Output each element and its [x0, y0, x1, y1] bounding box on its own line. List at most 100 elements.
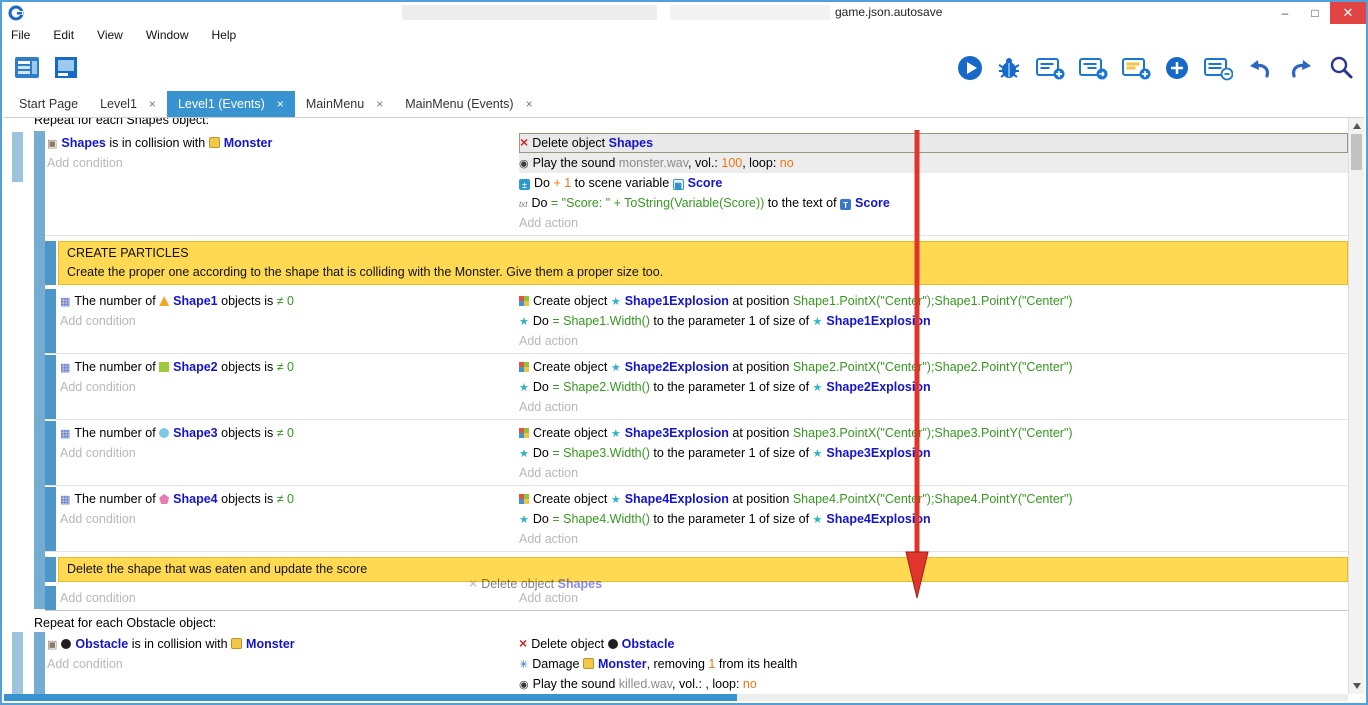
tab-start-page[interactable]: Start Page: [8, 91, 89, 117]
action-line[interactable]: ✳Damage Monster, removing 1 from its hea…: [519, 654, 1348, 674]
add-condition-link[interactable]: Add condition: [60, 443, 513, 463]
event-grip[interactable]: [45, 355, 56, 419]
condition-line[interactable]: ▦The number of Shape1 objects is ≠ 0: [60, 291, 513, 311]
event-grip[interactable]: [45, 421, 56, 485]
outer-tick[interactable]: [12, 132, 23, 182]
action-line[interactable]: ★Do = Shape3.Width() to the parameter 1 …: [519, 443, 1348, 463]
add-action-link[interactable]: Add action: [519, 529, 1348, 549]
scene-variable-icon: ▦: [673, 179, 684, 190]
tab-close-icon[interactable]: ×: [277, 97, 284, 111]
outer-grip[interactable]: [12, 632, 23, 694]
tab-close-icon[interactable]: ×: [376, 97, 383, 111]
menu-window[interactable]: Window: [146, 28, 189, 42]
debug-icon[interactable]: [996, 55, 1022, 81]
horizontal-scroll-thumb[interactable]: [4, 694, 737, 701]
inner-grip[interactable]: [34, 632, 45, 694]
menu-file[interactable]: File: [11, 28, 30, 42]
projects-manager-icon[interactable]: [14, 55, 42, 81]
add-action-link[interactable]: Add action: [519, 331, 1348, 351]
event-grip[interactable]: [45, 241, 56, 285]
vertical-scroll-thumb[interactable]: [1351, 134, 1362, 170]
add-action-link[interactable]: Add action: [519, 463, 1348, 483]
add-subevent-icon[interactable]: [1078, 55, 1108, 81]
action-line[interactable]: txtDo = "Score: " + ToString(Variable(Sc…: [519, 193, 1348, 213]
play-icon[interactable]: [957, 55, 983, 81]
tab-level1[interactable]: Level1×: [89, 91, 167, 117]
event-text: at position: [729, 426, 793, 440]
add-action-link[interactable]: Add action: [519, 588, 1348, 608]
condition-line[interactable]: ▣Shapes is in collision with Monster: [47, 133, 513, 153]
condition-line[interactable]: ▦The number of Shape4 objects is ≠ 0: [60, 489, 513, 509]
action-line[interactable]: ×Delete object Shapes: [519, 133, 1348, 153]
menu-edit[interactable]: Edit: [53, 28, 74, 42]
tab-mainmenu[interactable]: MainMenu×: [295, 91, 394, 117]
tab-mainmenu-events[interactable]: MainMenu (Events)×: [394, 91, 543, 117]
toggle-event-icon[interactable]: [1203, 55, 1233, 81]
tab-close-icon[interactable]: ×: [526, 97, 533, 111]
action-line[interactable]: ★Do = Shape4.Width() to the parameter 1 …: [519, 509, 1348, 529]
condition-line[interactable]: ▦The number of Shape2 objects is ≠ 0: [60, 357, 513, 377]
add-action-link[interactable]: Add action: [519, 213, 1348, 233]
add-condition-link[interactable]: Add condition: [47, 654, 513, 674]
tab-close-icon[interactable]: ×: [149, 97, 156, 111]
undo-icon[interactable]: [1246, 55, 1274, 81]
action-line[interactable]: Create object ★Shape4Explosion at positi…: [519, 489, 1348, 509]
close-button[interactable]: ✕: [1330, 2, 1366, 24]
add-condition-link[interactable]: Add condition: [60, 377, 513, 397]
event-repeat-header[interactable]: Repeat for each Obstacle object:: [4, 612, 1348, 632]
event-row[interactable]: ▣Obstacle is in collision with MonsterAd…: [45, 632, 1348, 694]
condition-line[interactable]: ▣Obstacle is in collision with Monster: [47, 634, 513, 654]
add-condition-link[interactable]: Add condition: [60, 311, 513, 331]
event-row[interactable]: ▦The number of Shape1 objects is ≠ 0Add …: [45, 289, 1348, 354]
minimize-button[interactable]: –: [1270, 2, 1300, 24]
event-text: Monster: [224, 136, 273, 150]
action-line[interactable]: Create object ★Shape1Explosion at positi…: [519, 291, 1348, 311]
add-action-link[interactable]: Add action: [519, 397, 1348, 417]
event-row[interactable]: ▣Shapes is in collision with MonsterAdd …: [45, 131, 1348, 236]
comment-block[interactable]: Delete the shape that was eaten and upda…: [58, 557, 1348, 582]
add-condition-link[interactable]: Add condition: [60, 509, 513, 529]
menu-help[interactable]: Help: [212, 28, 237, 42]
event-grip[interactable]: [45, 487, 56, 551]
event-text: Shape1Explosion: [625, 294, 729, 308]
menu-view[interactable]: View: [97, 28, 123, 42]
event-grip[interactable]: [45, 586, 56, 610]
action-line[interactable]: ★Do = Shape2.Width() to the parameter 1 …: [519, 377, 1348, 397]
action-line[interactable]: ×Delete object Obstacle: [519, 634, 1348, 654]
action-line[interactable]: ◉Play the sound killed.wav, vol.: , loop…: [519, 674, 1348, 694]
redo-icon[interactable]: [1287, 55, 1315, 81]
event-row[interactable]: Add condition Add action: [45, 586, 1348, 611]
add-event-icon[interactable]: [1035, 55, 1065, 81]
explosion-icon: ★: [611, 428, 621, 440]
event-grip[interactable]: [45, 289, 56, 353]
action-line[interactable]: ±Do + 1 to scene variable ▦Score: [519, 173, 1348, 193]
add-condition-link[interactable]: Add condition: [47, 153, 513, 173]
event-grip[interactable]: [45, 557, 56, 582]
comment-block[interactable]: CREATE PARTICLESCreate the proper one ac…: [58, 241, 1348, 285]
event-text: Shape3Explosion: [625, 426, 729, 440]
action-line[interactable]: ◉Play the sound monster.wav, vol.: 100, …: [519, 153, 1348, 173]
add-condition-link[interactable]: Add condition: [60, 588, 513, 608]
scene-editor-icon[interactable]: [54, 55, 80, 81]
tab-level1-events[interactable]: Level1 (Events)×: [167, 91, 295, 117]
event-row[interactable]: ▦The number of Shape3 objects is ≠ 0Add …: [45, 421, 1348, 486]
event-row[interactable]: ▦The number of Shape4 objects is ≠ 0Add …: [45, 487, 1348, 552]
condition-line[interactable]: ▦The number of Shape3 objects is ≠ 0: [60, 423, 513, 443]
action-line[interactable]: Create object ★Shape2Explosion at positi…: [519, 357, 1348, 377]
add-comment-icon[interactable]: [1121, 55, 1151, 81]
main-grip[interactable]: [34, 131, 45, 609]
scroll-up-icon[interactable]: [1353, 123, 1361, 129]
conditions-cell: Add condition: [58, 586, 517, 610]
action-line[interactable]: Create object ★Shape3Explosion at positi…: [519, 423, 1348, 443]
event-row[interactable]: ▦The number of Shape2 objects is ≠ 0Add …: [45, 355, 1348, 420]
action-line[interactable]: ★Do = Shape1.Width() to the parameter 1 …: [519, 311, 1348, 331]
event-text: = Shape1.Width(): [552, 314, 650, 328]
maximize-button[interactable]: □: [1300, 2, 1330, 24]
event-text: = "Score: " + ToString(Variable(Score)): [551, 196, 764, 210]
vertical-scrollbar[interactable]: [1348, 118, 1364, 694]
add-other-event-icon[interactable]: [1164, 55, 1190, 81]
search-icon[interactable]: [1328, 55, 1354, 81]
app-window: game.json.autosave – □ ✕ FileEditViewWin…: [0, 0, 1368, 705]
horizontal-scrollbar[interactable]: [4, 694, 1348, 701]
scroll-down-icon[interactable]: [1353, 683, 1361, 689]
